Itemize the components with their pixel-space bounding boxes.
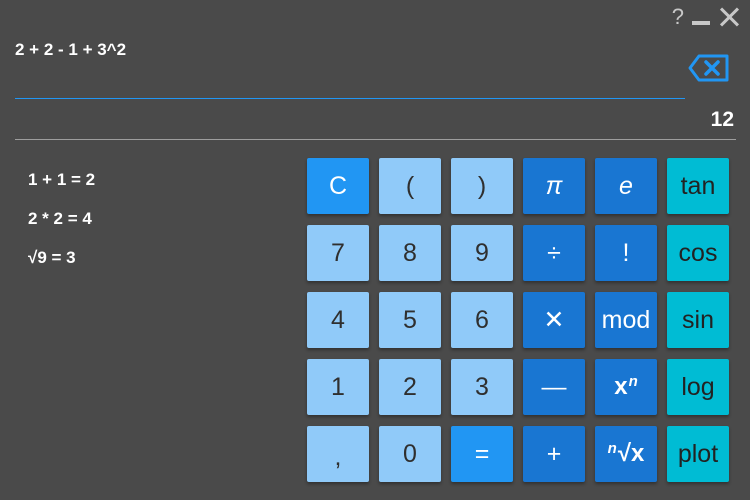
history-list: 1 + 1 = 2 2 * 2 = 4 √9 = 3 <box>28 170 95 287</box>
digit-5-button[interactable]: 5 <box>379 292 441 348</box>
plus-button[interactable]: + <box>523 426 585 482</box>
minimize-icon[interactable] <box>692 4 710 30</box>
digit-0-button[interactable]: 0 <box>379 426 441 482</box>
history-item[interactable]: 2 * 2 = 4 <box>28 209 95 229</box>
help-button[interactable]: ? <box>672 4 684 30</box>
power-button[interactable]: xn <box>595 359 657 415</box>
digit-7-button[interactable]: 7 <box>307 225 369 281</box>
close-icon[interactable] <box>718 4 740 30</box>
digit-4-button[interactable]: 4 <box>307 292 369 348</box>
result-display: 12 <box>710 108 734 131</box>
cos-button[interactable]: cos <box>667 225 729 281</box>
expression-input[interactable]: 2 + 2 - 1 + 3^2 <box>15 40 126 60</box>
digit-9-button[interactable]: 9 <box>451 225 513 281</box>
minus-button[interactable]: — <box>523 359 585 415</box>
divide-button[interactable]: ÷ <box>523 225 585 281</box>
comma-button[interactable]: , <box>307 426 369 482</box>
digit-3-button[interactable]: 3 <box>451 359 513 415</box>
close-paren-button[interactable]: ) <box>451 158 513 214</box>
root-index: n <box>607 439 617 457</box>
clear-button[interactable]: C <box>307 158 369 214</box>
digit-1-button[interactable]: 1 <box>307 359 369 415</box>
multiply-button[interactable]: ✕ <box>523 292 585 348</box>
keypad: C ( ) π e tan 7 8 9 ÷ ! cos 4 5 6 ✕ mod … <box>307 158 729 482</box>
factorial-button[interactable]: ! <box>595 225 657 281</box>
plot-button[interactable]: plot <box>667 426 729 482</box>
open-paren-button[interactable]: ( <box>379 158 441 214</box>
log-button[interactable]: log <box>667 359 729 415</box>
power-base: x <box>614 373 628 400</box>
pi-button[interactable]: π <box>523 158 585 214</box>
tan-button[interactable]: tan <box>667 158 729 214</box>
digit-2-button[interactable]: 2 <box>379 359 441 415</box>
e-button[interactable]: e <box>595 158 657 214</box>
equals-button[interactable]: = <box>451 426 513 482</box>
input-underline <box>15 98 685 99</box>
digit-8-button[interactable]: 8 <box>379 225 441 281</box>
history-item[interactable]: 1 + 1 = 2 <box>28 170 95 190</box>
nth-root-button[interactable]: n √x <box>595 426 657 482</box>
sin-button[interactable]: sin <box>667 292 729 348</box>
digit-6-button[interactable]: 6 <box>451 292 513 348</box>
root-body: √x <box>617 440 645 467</box>
display-divider <box>15 139 736 140</box>
history-item[interactable]: √9 = 3 <box>28 248 95 268</box>
window-controls: ? <box>672 4 740 30</box>
power-exponent: n <box>628 372 638 390</box>
mod-button[interactable]: mod <box>595 292 657 348</box>
backspace-icon[interactable] <box>688 54 730 82</box>
